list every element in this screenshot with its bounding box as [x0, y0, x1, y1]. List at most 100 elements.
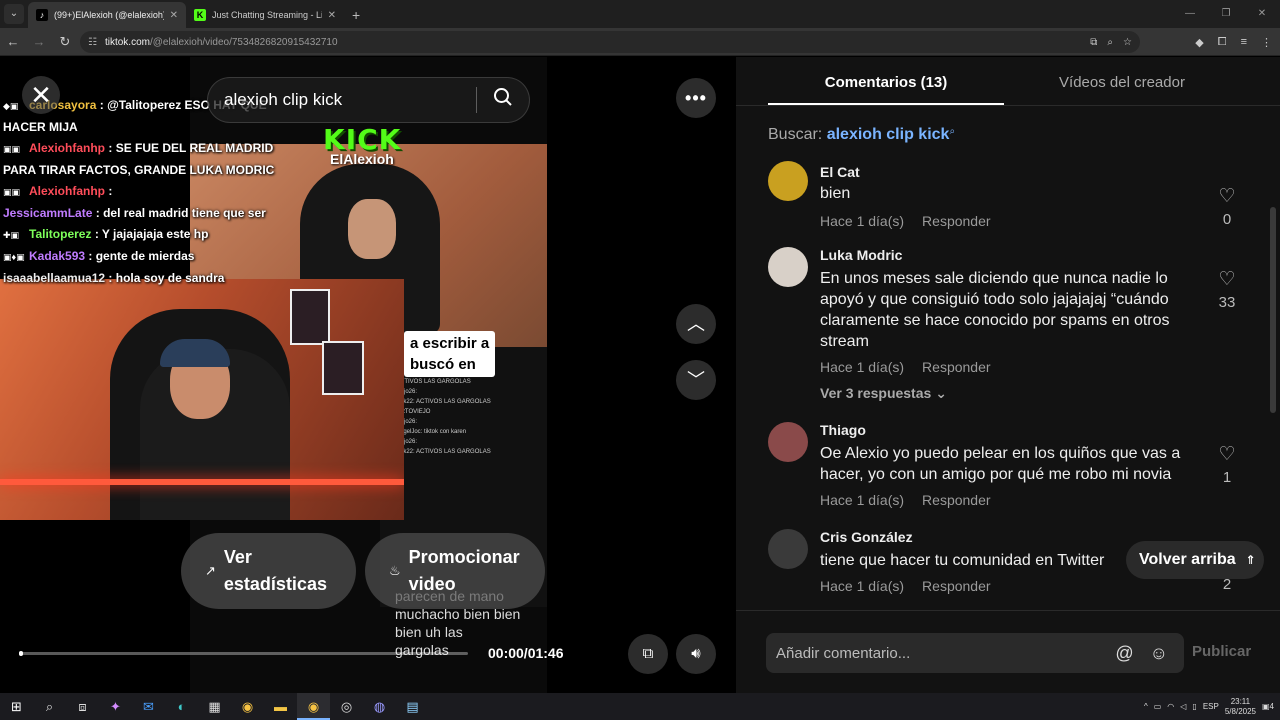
extension-icon[interactable]: ◆ [1195, 36, 1203, 49]
avatar[interactable] [768, 422, 808, 462]
edge-icon[interactable]: ◐ [165, 693, 198, 720]
notepad-icon[interactable]: ▤ [396, 693, 429, 720]
reply-button[interactable]: Responder [922, 359, 991, 375]
double-chevron-up-icon: ⇑ [1245, 553, 1256, 567]
comment-username[interactable]: Luka Modric [820, 247, 902, 263]
tab-title: Just Chatting Streaming - Live [212, 10, 322, 20]
wifi-icon[interactable]: ◠ [1167, 702, 1174, 711]
comment-time: Hace 1 día(s) [820, 359, 905, 375]
volume-button[interactable]: 🔊︎ [676, 634, 716, 674]
cast-icon[interactable]: ⧉ [1090, 37, 1097, 48]
comments-scrollbar[interactable] [1270, 207, 1276, 413]
video-caption: a escribir a buscó en [404, 331, 496, 377]
search-keyword-link[interactable]: alexioh clip kick [827, 126, 950, 143]
task-view-icon[interactable]: ⧈ [66, 693, 99, 720]
tab-tiktok[interactable]: ♪ (99+)ElAlexioh (@elalexioh) | Ti ✕ [28, 2, 186, 28]
tab-kick[interactable]: K Just Chatting Streaming - Live ✕ [186, 2, 344, 28]
obs-icon[interactable]: ◎ [330, 693, 363, 720]
heart-icon: ♡ [1218, 444, 1236, 465]
add-comment-input[interactable]: Añadir comentario... @ ☺ [766, 633, 1184, 673]
tab-comments[interactable]: Comentarios (13) [768, 57, 1004, 105]
kebab-menu-icon[interactable]: ⋮ [1261, 36, 1272, 49]
reply-button[interactable]: Responder [922, 492, 991, 508]
close-window-icon[interactable]: ✕ [1244, 0, 1280, 28]
chrome-active-icon[interactable]: ◉ [297, 693, 330, 720]
chevron-up-icon[interactable]: ^ [1144, 702, 1148, 711]
chat-message: PARA TIRAR FACTOS, GRANDE LUKA MODRIC [3, 163, 275, 177]
chat-badges-icon: ✚▣ [3, 230, 20, 240]
address-bar[interactable]: ☷ tiktok.com/@elalexioh/video/7534826820… [80, 31, 1140, 53]
tab-creator-videos[interactable]: Vídeos del creador [1004, 57, 1240, 105]
outlook-icon[interactable]: ✉ [132, 693, 165, 720]
close-video-button[interactable]: ✕ [22, 76, 60, 114]
restore-icon[interactable]: ❐ [1208, 0, 1244, 28]
windows-taskbar: ⊞ ⌕ ⧈ ✦ ✉ ◐ ▦ ◉ ▬ ◉ ◎ ◍ ▤ ^ ▭ ◠ ◁ ▯ ESP … [0, 693, 1280, 720]
search-icon[interactable] [477, 87, 529, 113]
url-host: tiktok.com [104, 36, 150, 48]
back-to-top-button[interactable]: Volver arriba ⇑ [1126, 541, 1264, 579]
copilot-icon[interactable]: ✦ [99, 693, 132, 720]
site-info-icon[interactable]: ☷ [88, 37, 97, 48]
extensions-puzzle-icon[interactable]: ⧠ [1218, 36, 1227, 49]
close-icon[interactable]: ✕ [170, 10, 178, 21]
notifications-icon[interactable]: ▣4 [1262, 702, 1274, 711]
chrome-icon[interactable]: ◉ [231, 693, 264, 720]
bookmark-star-icon[interactable]: ☆ [1123, 37, 1132, 48]
close-icon[interactable]: ✕ [328, 10, 336, 21]
reply-button[interactable]: Responder [922, 578, 991, 594]
input-language[interactable]: ESP [1203, 702, 1219, 711]
video-progress-bar[interactable] [19, 651, 468, 656]
progress-knob[interactable] [19, 651, 23, 656]
avatar[interactable] [768, 529, 808, 569]
minimize-icon[interactable]: — [1172, 0, 1208, 28]
tiktok-video-page: KICK ElAlexioh ACTIVOS LAS GARGOLAS ACTI… [0, 57, 1280, 693]
tab-search-icon[interactable]: ⌄ [4, 4, 24, 24]
avatar[interactable] [768, 247, 808, 287]
store-icon[interactable]: ▦ [198, 693, 231, 720]
clock[interactable]: 23:11 5/8/2025 [1225, 697, 1256, 717]
reading-list-icon[interactable]: ≡ [1241, 36, 1247, 48]
search-query[interactable]: alexioh clip kick [224, 90, 476, 110]
url-path: /@elalexioh/video/7534826820915432710 [149, 36, 338, 48]
reload-icon[interactable]: ↻ [52, 34, 78, 50]
like-button[interactable]: ♡ 33 [1214, 269, 1240, 312]
picture-in-picture-button[interactable]: ⧉ [628, 634, 668, 674]
heart-icon: ♡ [1218, 269, 1236, 290]
avatar[interactable] [768, 161, 808, 201]
publish-button[interactable]: Publicar [1192, 643, 1251, 660]
comment-username[interactable]: Thiago [820, 422, 866, 438]
view-replies-button[interactable]: Ver 3 respuestas ⌄ [820, 385, 947, 402]
volume-icon[interactable]: ◁ [1180, 702, 1186, 711]
mention-icon[interactable]: @ [1115, 643, 1133, 664]
search-icon[interactable]: ⌕ [949, 126, 955, 137]
emoji-icon[interactable]: ☺ [1150, 643, 1168, 664]
stream-webcam-main [0, 279, 404, 520]
back-icon[interactable]: ← [0, 34, 26, 49]
view-stats-button[interactable]: ↗ Ver estadísticas [181, 533, 356, 609]
video-player[interactable]: KICK ElAlexioh ACTIVOS LAS GARGOLAS ACTI… [0, 57, 736, 693]
video-search-bar[interactable]: alexioh clip kick [207, 77, 530, 123]
forward-icon[interactable]: → [26, 34, 52, 49]
network-icon[interactable]: ▭ [1154, 702, 1162, 711]
chevron-down-icon: ﹀ [687, 370, 705, 390]
app-icon[interactable]: ◍ [363, 693, 396, 720]
comment-username[interactable]: Cris González [820, 529, 913, 545]
previous-video-button[interactable]: ︿ [676, 304, 716, 344]
search-icon[interactable]: ⌕ [33, 693, 66, 720]
promote-video-button[interactable]: ♨ Promocionar video [365, 533, 545, 609]
next-video-button[interactable]: ﹀ [676, 360, 716, 400]
related-search[interactable]: Buscar: alexioh clip kick⌕ [768, 126, 955, 144]
new-tab-button[interactable]: + [352, 7, 360, 23]
reply-button[interactable]: Responder [922, 213, 991, 229]
battery-icon[interactable]: ▯ [1192, 702, 1196, 711]
more-options-button[interactable]: ••• [676, 78, 716, 118]
like-button[interactable]: ♡ 1 [1214, 444, 1240, 487]
pip-icon: ⧉ [642, 645, 654, 662]
chat-badges-icon: ▣♦▣ [3, 252, 25, 262]
chat-message: ✚▣ Talitoperez : Y jajajajaja este hp [0, 224, 300, 246]
file-explorer-icon[interactable]: ▬ [264, 693, 297, 720]
like-button[interactable]: ♡ 0 [1214, 187, 1240, 229]
zoom-icon[interactable]: ⌕ [1107, 37, 1113, 48]
windows-start-icon[interactable]: ⊞ [0, 693, 33, 720]
comment-username[interactable]: El Cat [820, 164, 860, 180]
